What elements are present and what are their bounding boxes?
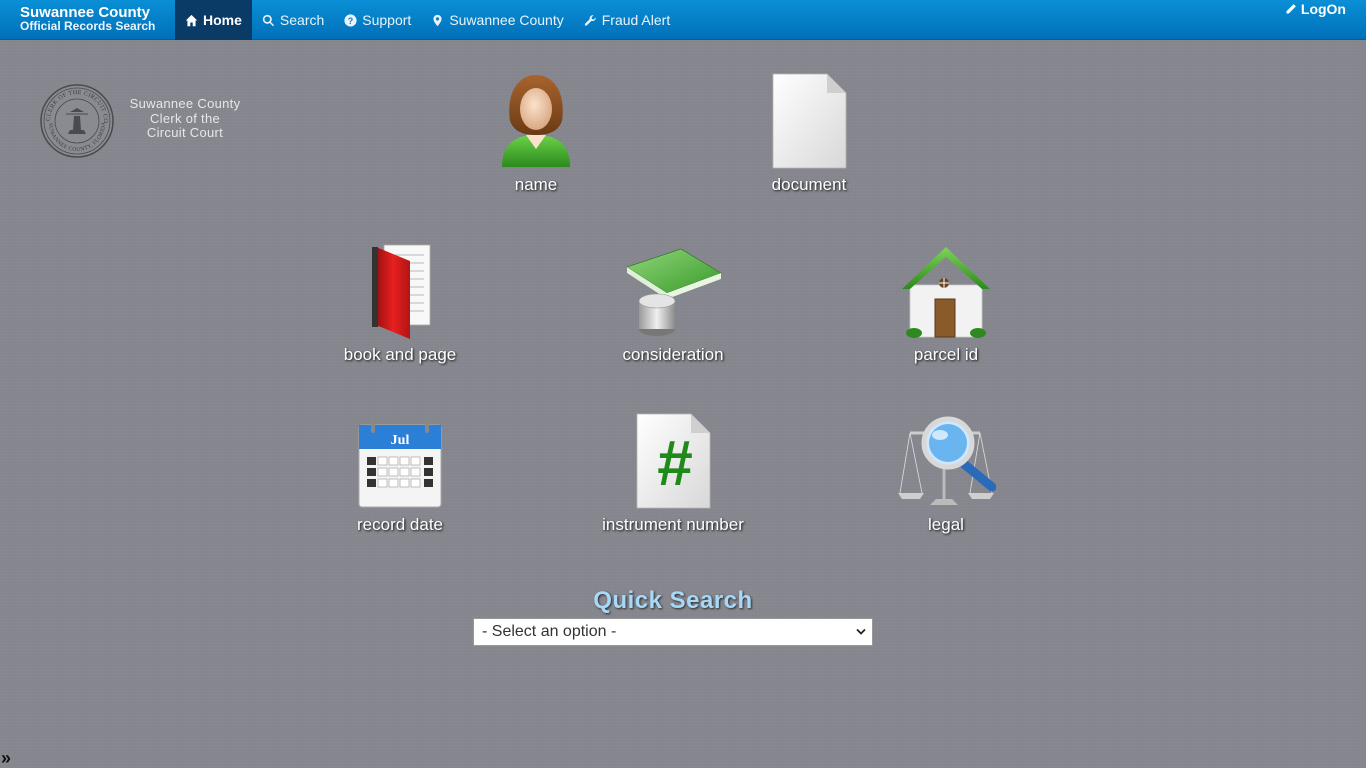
tile-consideration-label: consideration bbox=[622, 345, 724, 364]
nav-home[interactable]: Home bbox=[175, 0, 252, 40]
nav-support-label: Support bbox=[362, 12, 412, 28]
tile-name-label: name bbox=[514, 175, 558, 194]
tile-book-and-page-label: book and page bbox=[343, 345, 457, 364]
logon-label: LogOn bbox=[1300, 1, 1346, 17]
calendar-icon: Jul bbox=[358, 417, 442, 508]
quick-search-select[interactable]: - Select an option - bbox=[473, 618, 873, 646]
sidebar-toggle[interactable]: » bbox=[1, 748, 11, 768]
county-seal-logo: CLERK OF THE CIRCUIT COURT SUWANNEE COUN… bbox=[40, 84, 114, 158]
top-navbar: Suwannee County Official Records Search … bbox=[0, 0, 1366, 40]
quick-search-title: Quick Search bbox=[593, 587, 753, 614]
question-circle-icon: ? bbox=[344, 13, 357, 27]
calendar-month: Jul bbox=[391, 433, 410, 448]
tile-legal-search[interactable]: legal bbox=[856, 413, 1036, 535]
blank-document-icon bbox=[772, 73, 847, 169]
clerk-line-3: Circuit Court bbox=[146, 125, 224, 140]
quick-search-selected: - Select an option - bbox=[482, 623, 617, 640]
house-icon bbox=[902, 247, 990, 338]
main-nav: Home Search ? Support Suwannee County Fr… bbox=[175, 0, 680, 40]
wrench-icon bbox=[584, 14, 596, 26]
pencil-icon bbox=[1286, 4, 1296, 14]
clerk-line-1: Suwannee County bbox=[129, 96, 241, 111]
tile-book-and-page-search[interactable]: book and page bbox=[310, 243, 490, 365]
tile-instrument-number-search[interactable]: # instrument number bbox=[583, 413, 763, 535]
nav-support[interactable]: ? Support bbox=[334, 0, 421, 40]
chevron-down-icon bbox=[856, 628, 866, 635]
nav-fraud-alert-label: Fraud Alert bbox=[601, 12, 671, 28]
money-stack-icon bbox=[626, 248, 722, 336]
scales-magnifier-icon bbox=[898, 416, 996, 505]
home-icon bbox=[185, 14, 198, 26]
search-icon bbox=[262, 14, 275, 26]
map-marker-icon bbox=[433, 14, 442, 26]
tile-parcel-id-label: parcel id bbox=[913, 345, 979, 364]
nav-county-label: Suwannee County bbox=[449, 12, 564, 28]
tile-parcel-id-search[interactable]: parcel id bbox=[856, 243, 1036, 365]
nav-home-label: Home bbox=[203, 12, 242, 28]
brand-subtitle: Official Records Search bbox=[20, 19, 156, 33]
nav-fraud-alert[interactable]: Fraud Alert bbox=[574, 0, 680, 40]
clerk-line-2: Clerk of the bbox=[149, 110, 221, 126]
tile-document-search[interactable]: document bbox=[719, 73, 899, 195]
nav-search[interactable]: Search bbox=[252, 0, 334, 40]
person-icon bbox=[502, 75, 570, 167]
nav-search-label: Search bbox=[279, 12, 325, 28]
brand-title: Suwannee County bbox=[20, 4, 151, 21]
tile-document-label: document bbox=[771, 175, 847, 194]
brand[interactable]: Suwannee County Official Records Search bbox=[20, 5, 155, 32]
nav-county[interactable]: Suwannee County bbox=[421, 0, 573, 40]
tile-consideration-search[interactable]: consideration bbox=[583, 243, 763, 365]
tile-record-date-label: record date bbox=[357, 515, 443, 534]
red-book-icon bbox=[372, 244, 431, 339]
logon-link[interactable]: LogOn bbox=[1285, 1, 1346, 17]
hash-document-icon: # bbox=[636, 413, 711, 509]
svg-text:#: # bbox=[657, 427, 693, 499]
tile-record-date-search[interactable]: Jul record date bbox=[310, 413, 490, 535]
clerk-title: Suwannee County Clerk of the Circuit Cou… bbox=[118, 96, 252, 141]
svg-text:?: ? bbox=[348, 15, 353, 25]
tile-instrument-number-label: instrument number bbox=[602, 515, 744, 534]
tile-legal-label: legal bbox=[928, 515, 964, 534]
tile-name-search[interactable]: name bbox=[446, 73, 626, 195]
